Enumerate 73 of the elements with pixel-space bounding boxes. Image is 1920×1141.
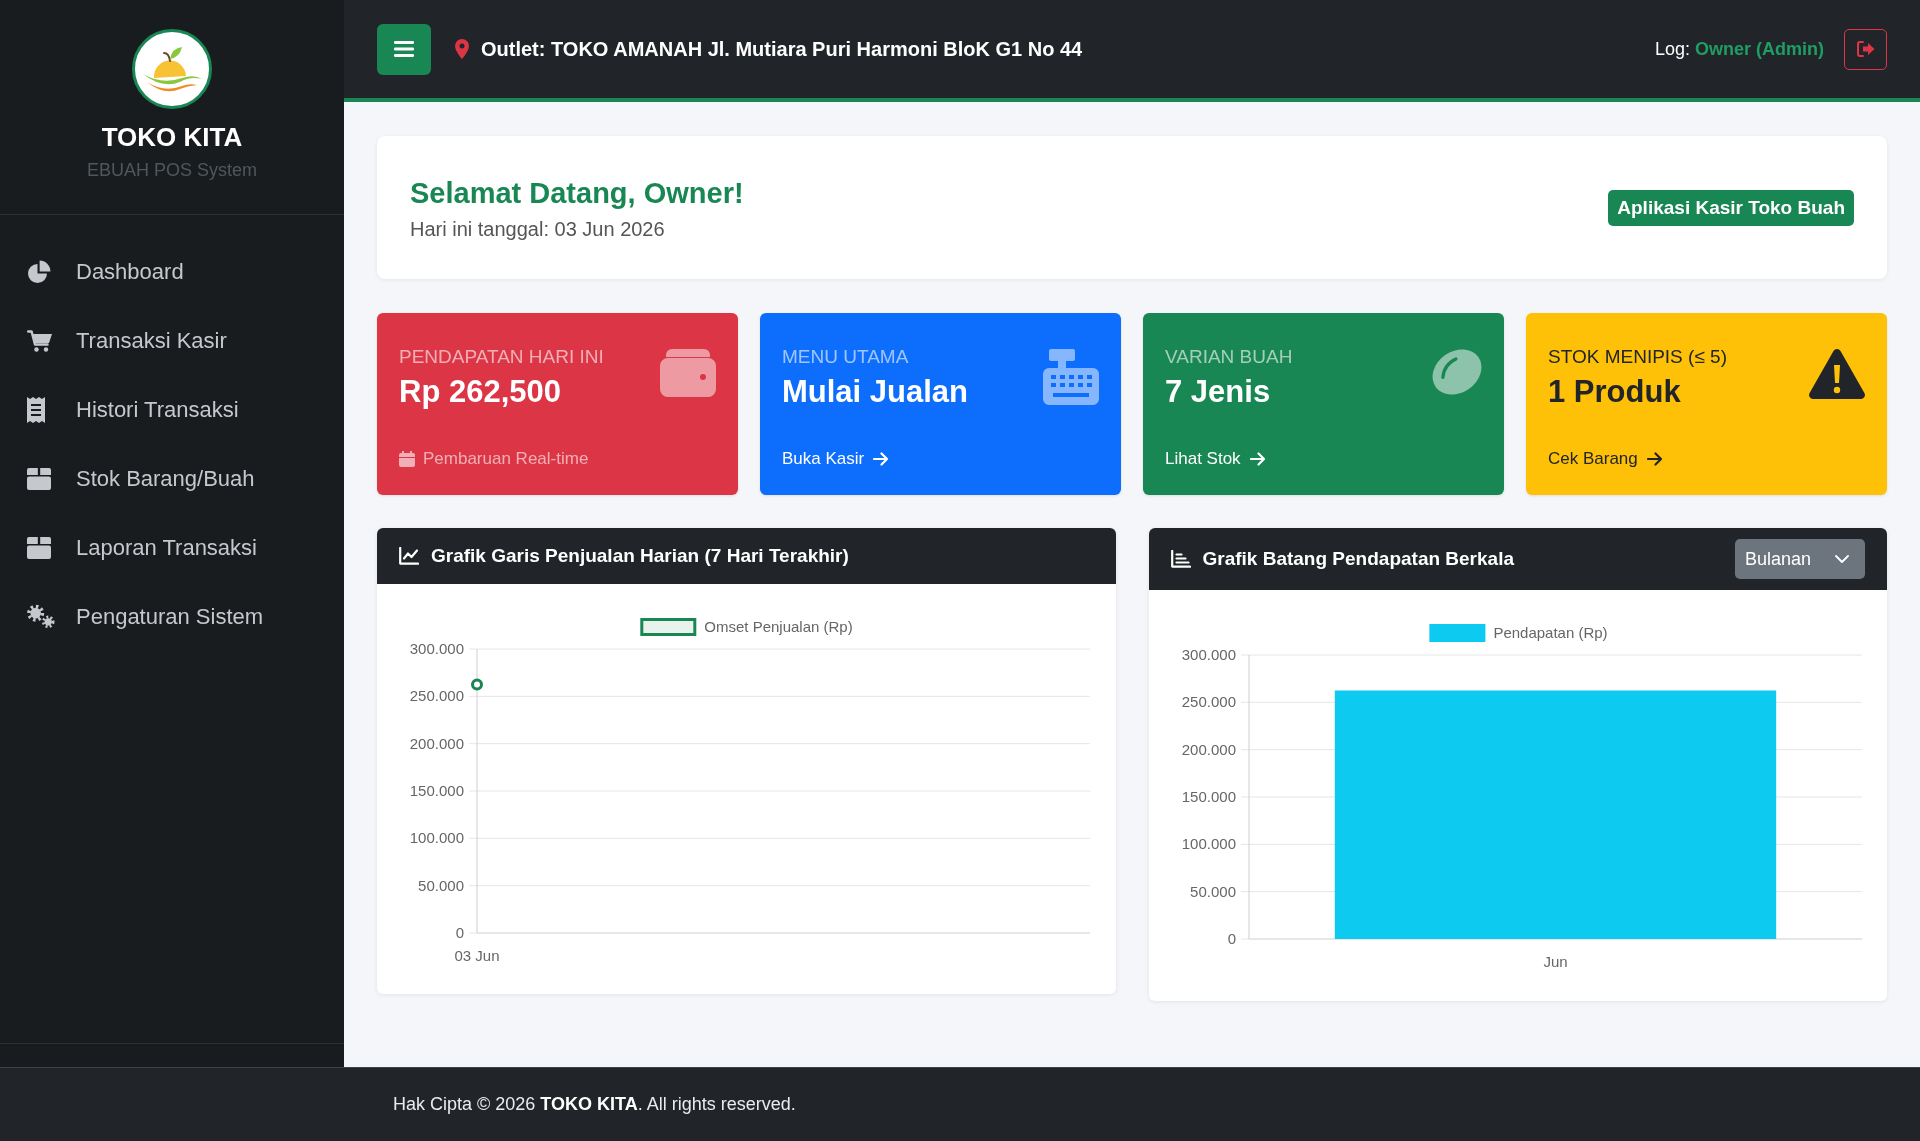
sidebar-item[interactable]: Transaksi Kasir bbox=[27, 327, 227, 354]
lemon-icon bbox=[1432, 349, 1482, 395]
cash-register-icon bbox=[1043, 349, 1099, 405]
card-link[interactable]: Buka Kasir bbox=[782, 448, 890, 470]
sidebar-item[interactable]: Pengaturan Sistem bbox=[27, 603, 264, 630]
axis-tick-label: 100.000 bbox=[1181, 835, 1236, 853]
axis-tick-label: 0 bbox=[455, 924, 464, 941]
gears-icon bbox=[27, 604, 55, 629]
stat-title: MENU UTAMA bbox=[782, 345, 910, 369]
legend-swatch-icon bbox=[640, 618, 697, 636]
calendar-icon bbox=[399, 451, 415, 467]
date-text: Hari ini tanggal: 03 Jun 2026 bbox=[410, 216, 666, 241]
pie-chart-icon bbox=[27, 259, 51, 284]
legend-swatch-icon bbox=[1428, 624, 1485, 642]
wallet-icon bbox=[660, 349, 716, 397]
card-link[interactable]: Lihat Stok bbox=[1165, 448, 1266, 470]
cashier-app-button[interactable]: Aplikasi Kasir Toko Buah bbox=[1608, 189, 1854, 226]
axis-tick-label: Jun bbox=[1542, 953, 1568, 970]
receipt-icon bbox=[27, 396, 45, 423]
axis-tick-label: 200.000 bbox=[1181, 740, 1236, 758]
login-label: Log: bbox=[1654, 38, 1690, 60]
period-dropdown[interactable]: Bulanan bbox=[1734, 539, 1865, 579]
outlet-address: Outlet: TOKO AMANAH Jl. Mutiara Puri Harmoni BloK G1 No 44 bbox=[481, 37, 1083, 61]
axis-tick-label: 150.000 bbox=[1181, 788, 1236, 805]
sidebar-item[interactable]: Stok Barang/Buah bbox=[27, 465, 255, 492]
chart-title: Grafik Batang Pendapatan Berkala bbox=[1202, 547, 1514, 571]
stat-value: Mulai Jualan bbox=[782, 373, 969, 411]
stat-title: PENDAPATAN HARI INI bbox=[399, 345, 604, 369]
copyright-text: Hak Cipta © 2026 TOKO KITA. All rights reserved. bbox=[393, 1094, 796, 1115]
welcome-title: Selamat Datang, Owner! bbox=[410, 175, 744, 211]
chart-title: Grafik Garis Penjualan Harian (7 Hari Terakhir) bbox=[431, 544, 849, 568]
stat-value: 1 Produk bbox=[1548, 373, 1682, 411]
card-link[interactable]: Cek Barang bbox=[1548, 448, 1663, 470]
arrow-right-icon bbox=[1646, 452, 1663, 466]
logout-button[interactable] bbox=[1844, 28, 1887, 70]
axis-tick-label: 50.000 bbox=[1189, 882, 1236, 900]
brand-tagline: EBUAH POS System bbox=[86, 159, 257, 181]
axis-tick-label: 0 bbox=[1227, 930, 1236, 947]
box-icon bbox=[27, 467, 51, 490]
sidebar-item[interactable]: Histori Transaksi bbox=[27, 396, 239, 423]
bar-chart-icon bbox=[1170, 550, 1191, 568]
sidebar-item[interactable]: Dashboard bbox=[27, 258, 184, 285]
axis-tick-label: 100.000 bbox=[409, 829, 464, 847]
cart-icon bbox=[27, 328, 53, 353]
user-role: Owner (Admin) bbox=[1695, 38, 1824, 60]
chevron-down-icon bbox=[1835, 555, 1849, 563]
axis-tick-label: 300.000 bbox=[409, 640, 464, 657]
axis-tick-label: 03 Jun bbox=[454, 947, 500, 964]
arrow-right-icon bbox=[1249, 452, 1266, 466]
legend-label: Pendapatan (Rp) bbox=[1492, 624, 1608, 641]
menu-icon bbox=[394, 41, 414, 57]
arrow-right-icon bbox=[873, 452, 890, 466]
axis-tick-label: 150.000 bbox=[409, 782, 464, 799]
line-chart-icon bbox=[399, 547, 419, 565]
sidebar-item[interactable]: Laporan Transaksi bbox=[27, 534, 257, 561]
warning-icon bbox=[1809, 349, 1865, 399]
axis-tick-label: 200.000 bbox=[409, 734, 464, 752]
box-icon bbox=[27, 536, 51, 559]
update-note: Pembaruan Real-time bbox=[423, 448, 589, 470]
axis-tick-label: 300.000 bbox=[1181, 646, 1236, 663]
stat-value: Rp 262,500 bbox=[399, 373, 562, 411]
location-pin-icon bbox=[455, 39, 469, 59]
axis-tick-label: 50.000 bbox=[418, 876, 464, 894]
data-point bbox=[471, 678, 483, 691]
stat-title: STOK MENIPIS (≤ 5) bbox=[1548, 345, 1727, 369]
brand-name: TOKO KITA bbox=[101, 122, 243, 152]
axis-tick-label: 250.000 bbox=[1181, 693, 1236, 711]
legend-label: Omset Penjualan (Rp) bbox=[704, 618, 853, 635]
axis-tick-label: 250.000 bbox=[409, 687, 464, 705]
logout-icon bbox=[1856, 41, 1875, 57]
stat-value: 7 Jenis bbox=[1165, 373, 1272, 411]
menu-toggle-button[interactable] bbox=[377, 23, 431, 75]
stat-title: VARIAN BUAH bbox=[1165, 345, 1293, 369]
